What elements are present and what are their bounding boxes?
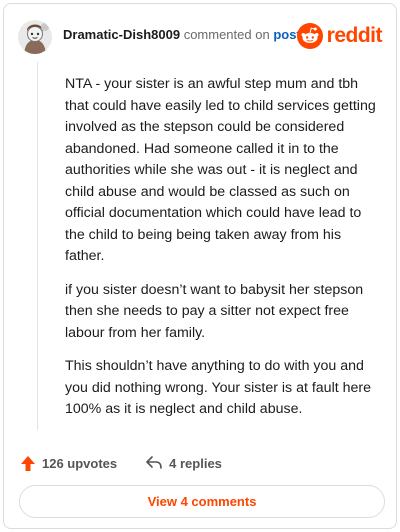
avatar-icon[interactable] <box>18 20 52 54</box>
username-link[interactable]: Dramatic-Dish8009 <box>63 27 180 42</box>
comment-actions: 126 upvotes 4 replies <box>20 452 222 474</box>
reply-arrow-icon <box>146 456 162 469</box>
comment-card: Dramatic-Dish8009 commented on post redd… <box>3 3 397 529</box>
comment-paragraph: This shouldn’t have anything to do with … <box>65 358 372 417</box>
replies-count: 4 replies <box>169 455 222 471</box>
comment-body: NTA - your sister is an awful step mum a… <box>65 74 381 433</box>
commented-on-label: commented on <box>183 27 270 42</box>
view-comments-button[interactable]: View 4 comments <box>19 485 385 518</box>
upvote-count: 126 upvotes <box>42 455 118 471</box>
comment-meta: Dramatic-Dish8009 commented on post <box>63 27 301 43</box>
comment-header: Dramatic-Dish8009 commented on post redd… <box>18 17 383 57</box>
reddit-wordmark: reddit <box>326 24 383 47</box>
upvote-button[interactable]: 126 upvotes <box>20 455 117 472</box>
comment-paragraph: if you sister doesn’t want to babysit he… <box>65 281 364 341</box>
reddit-brand[interactable]: reddit <box>296 21 383 51</box>
replies-button[interactable]: 4 replies <box>145 455 222 471</box>
comment-paragraph: NTA - your sister is an awful step mum a… <box>65 76 376 264</box>
reddit-logo-icon <box>296 23 323 49</box>
thread-line[interactable] <box>37 62 38 430</box>
upvote-arrow-icon <box>21 455 35 471</box>
